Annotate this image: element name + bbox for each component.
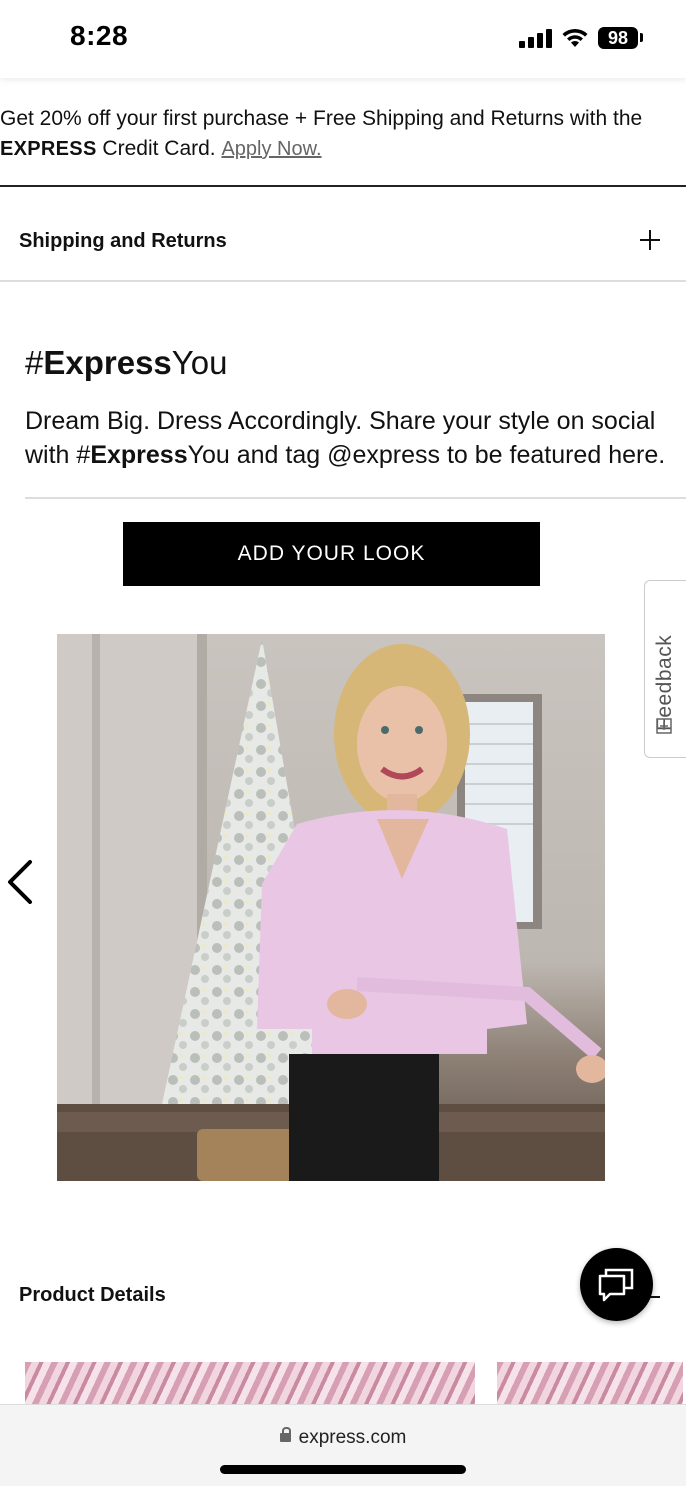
divider [25, 497, 686, 499]
apply-now-link[interactable]: Apply Now. [221, 138, 321, 160]
credit-card-promo: Get 20% off your first purchase + Free S… [0, 104, 686, 164]
desc-part: You and tag @express to be featured here… [187, 441, 666, 469]
photo-illustration [57, 634, 605, 1181]
promo-brand: EXPRESS [0, 138, 97, 160]
feedback-label: Feedback [653, 634, 676, 731]
lock-icon [279, 1427, 291, 1442]
title-suffix: You [171, 344, 228, 381]
product-details-title[interactable]: Product Details [19, 1284, 166, 1307]
user-look-photo[interactable] [57, 634, 605, 1181]
url-text: express.com [298, 1427, 407, 1448]
feedback-icon [656, 718, 672, 734]
promo-text-after: Credit Card. [96, 137, 222, 160]
status-time: 8:28 [70, 20, 129, 51]
plus-icon[interactable] [640, 230, 660, 250]
express-you-description: Dream Big. Dress Accordingly. Share your… [25, 404, 685, 472]
add-your-look-button[interactable]: ADD YOUR LOOK [123, 522, 540, 586]
express-you-title: #ExpressYou [25, 344, 227, 382]
accordion-title: Shipping and Returns [19, 230, 227, 252]
home-indicator[interactable] [220, 1465, 466, 1474]
desc-bold: Express [90, 441, 188, 469]
carousel-prev-icon[interactable] [6, 860, 36, 904]
product-image-thumbnail[interactable] [25, 1362, 475, 1404]
shipping-returns-accordion[interactable]: Shipping and Returns [0, 187, 686, 281]
status-bar: 8:28 98 [0, 0, 686, 78]
url-display[interactable]: express.com [0, 1427, 686, 1449]
title-hash: # [25, 344, 44, 381]
wifi-icon [562, 28, 588, 47]
cellular-signal-icon [519, 28, 552, 48]
divider [0, 280, 686, 282]
battery-tip [640, 33, 643, 42]
battery-icon: 98 [598, 27, 638, 49]
chat-icon [598, 1268, 634, 1302]
title-bold: Express [43, 344, 172, 381]
chat-button[interactable] [580, 1248, 653, 1321]
product-image-thumbnail[interactable] [497, 1362, 683, 1404]
browser-address-bar[interactable]: express.com [0, 1404, 686, 1486]
promo-text: Get 20% off your first purchase + Free S… [0, 107, 643, 130]
